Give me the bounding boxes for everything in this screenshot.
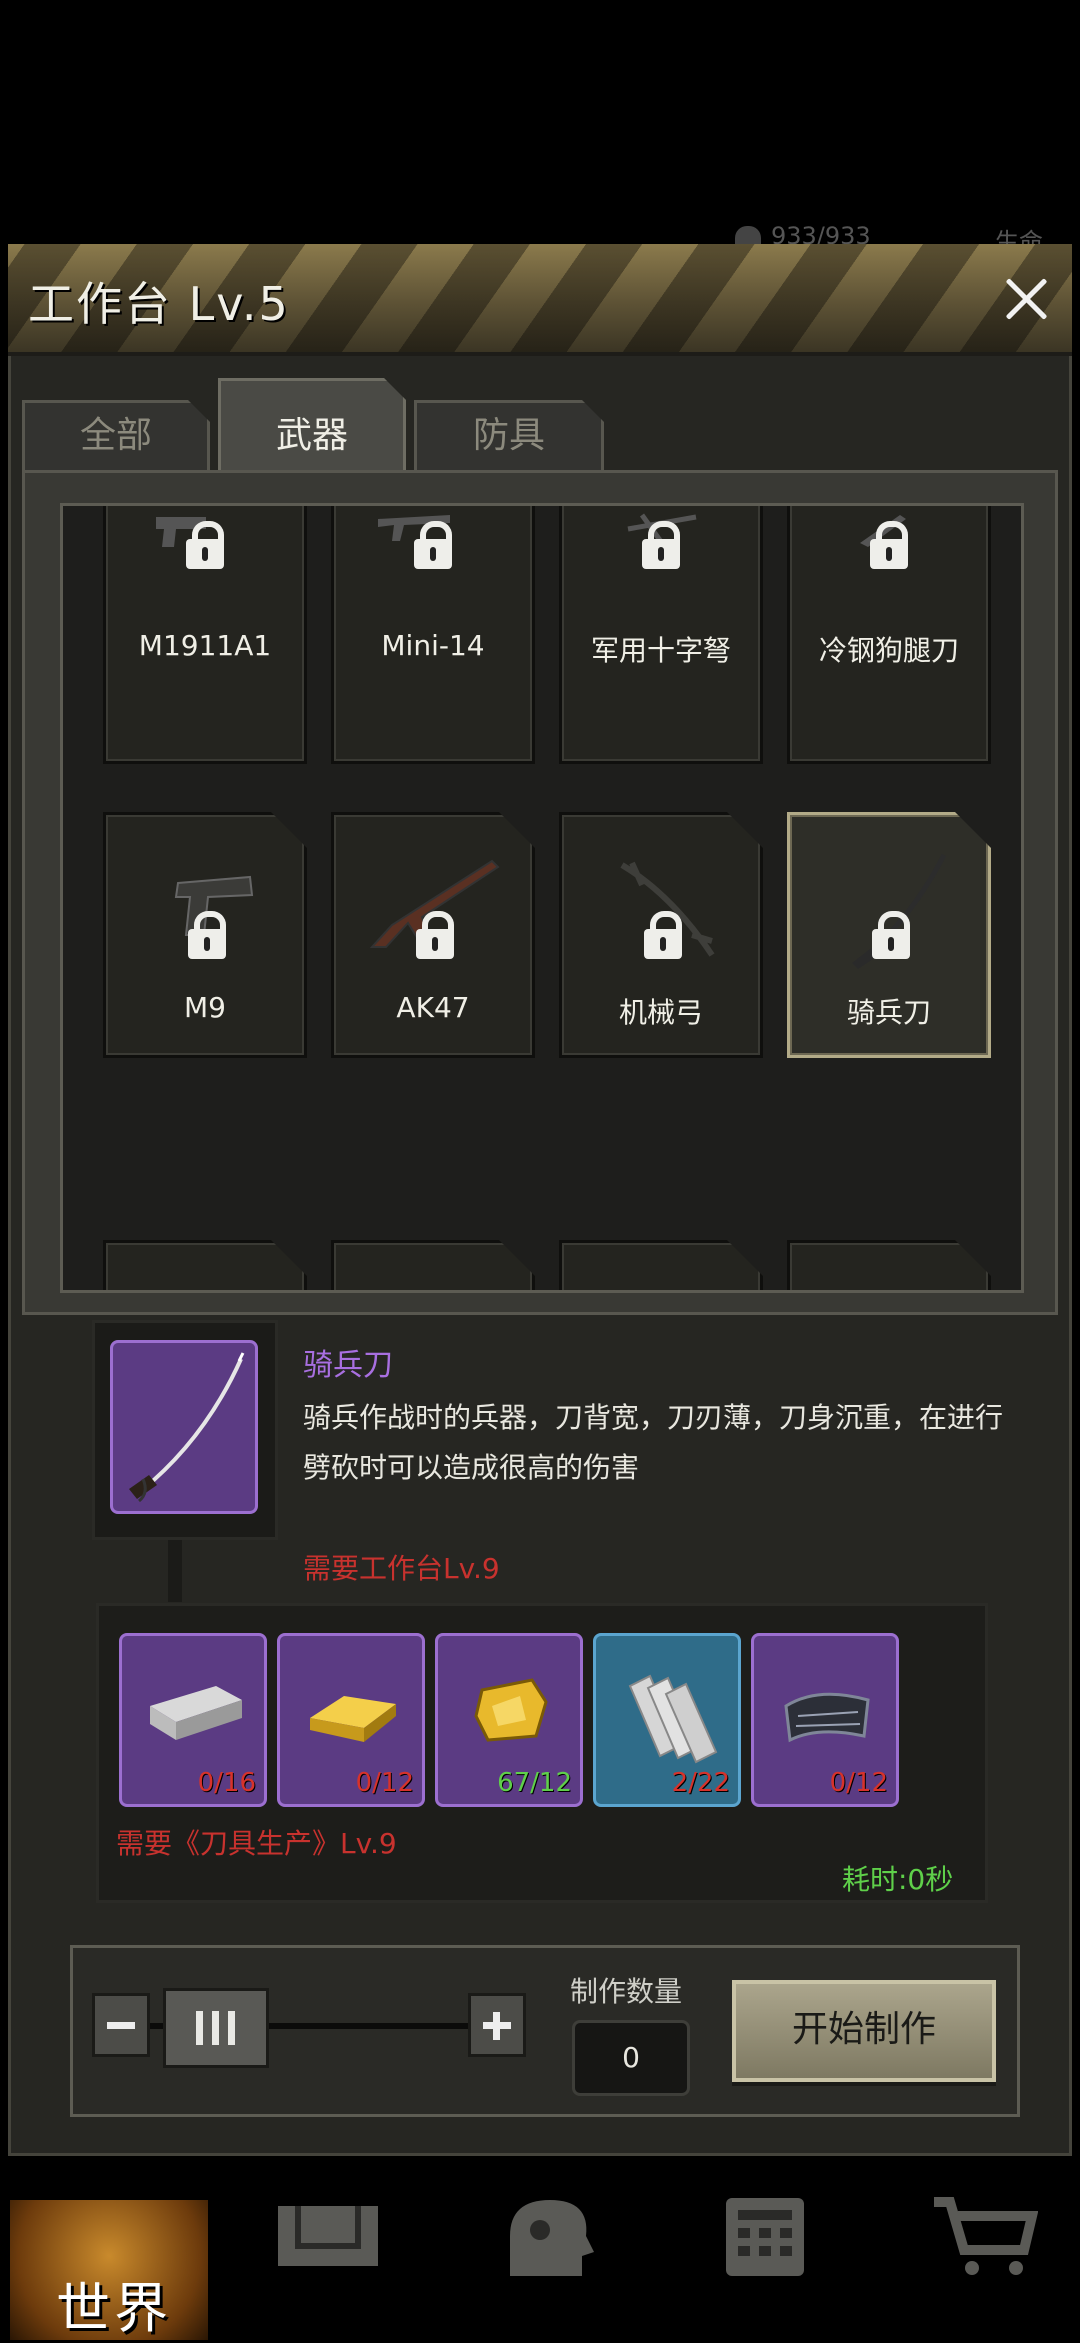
saber-icon <box>129 1352 245 1503</box>
carbon-fiber-icon <box>784 1692 870 1743</box>
lock-icon <box>644 911 682 953</box>
recipe-name: 机械弓 <box>618 996 703 1029</box>
cart-icon[interactable] <box>928 2196 1038 2276</box>
recipe-card[interactable]: M9 <box>103 812 307 1058</box>
nav-world-label: 世界 <box>56 2277 172 2340</box>
material-count: 67/12 <box>497 1768 572 1798</box>
lock-icon <box>186 521 224 563</box>
lock-icon <box>642 521 680 563</box>
material-slot[interactable]: 0/12 <box>277 1633 425 1807</box>
recipe-grid[interactable]: M1911A1 Mini-14 军用十字弩 冷钢狗腿刀 M9 AK47 机械弓 … <box>60 503 1024 1293</box>
quantity-field[interactable]: 0 <box>572 2020 690 2096</box>
tab-armor[interactable]: 防具 <box>414 400 604 470</box>
recipe-card-selected[interactable]: 骑兵刀 <box>787 812 991 1058</box>
lock-icon <box>188 911 226 953</box>
recipe-card[interactable]: Mini-14 <box>331 506 535 764</box>
recipe-name: M9 <box>184 991 226 1024</box>
recipe-card[interactable]: M1911A1 <box>103 506 307 764</box>
close-button[interactable] <box>996 268 1056 328</box>
item-description: 骑兵作战时的兵器，刀背宽，刀刃薄，刀身沉重，在进行劈砍时可以造成很高的伤害 <box>303 1401 1004 1484</box>
item-name: 骑兵刀 <box>303 1348 393 1383</box>
recipe-name: 冷钢狗腿刀 <box>818 634 959 667</box>
skills-head-icon[interactable] <box>490 2196 600 2276</box>
recipe-name: Mini-14 <box>381 629 485 662</box>
lock-icon <box>872 911 910 953</box>
panel-title: 工作台 Lv.5 <box>28 277 290 331</box>
steel-beam-icon <box>150 1686 242 1740</box>
material-slot[interactable]: 2/22 <box>593 1633 741 1807</box>
backpack-icon[interactable] <box>268 2196 388 2266</box>
connector-line <box>168 1540 182 1602</box>
material-count: 0/12 <box>355 1768 414 1798</box>
material-slot[interactable]: 0/16 <box>119 1633 267 1807</box>
calculator-icon[interactable] <box>720 2196 810 2276</box>
requirement-workbench: 需要工作台Lv.9 <box>303 1552 500 1585</box>
tab-weapons[interactable]: 武器 <box>218 378 406 472</box>
requirement-skill: 需要《刀具生产》Lv.9 <box>116 1827 397 1860</box>
recipe-card[interactable] <box>103 1240 307 1290</box>
material-count: 0/16 <box>197 1768 256 1798</box>
material-slot[interactable]: 67/12 <box>435 1633 583 1807</box>
recipe-card[interactable]: 机械弓 <box>559 812 763 1058</box>
lock-icon <box>870 521 908 563</box>
material-slot[interactable]: 0/12 <box>751 1633 899 1807</box>
decrease-button[interactable] <box>92 1993 150 2057</box>
recipe-card[interactable] <box>787 1240 991 1290</box>
recipe-name: M1911A1 <box>138 629 272 662</box>
recipe-card[interactable] <box>331 1240 535 1290</box>
recipe-name: AK47 <box>396 991 470 1024</box>
recipe-name: 骑兵刀 <box>846 996 931 1029</box>
lock-icon <box>414 521 452 563</box>
recipe-name: 军用十字弩 <box>590 634 731 667</box>
gold-bar-icon <box>310 1696 396 1742</box>
recipe-card[interactable]: 军用十字弩 <box>559 506 763 764</box>
tab-all[interactable]: 全部 <box>22 400 210 470</box>
craft-time: 耗时:0秒 <box>842 1863 954 1896</box>
gold-ore-icon <box>474 1678 548 1742</box>
start-craft-button[interactable]: 开始制作 <box>732 1980 996 2082</box>
item-icon[interactable] <box>110 1340 258 1514</box>
lock-icon <box>416 911 454 953</box>
quantity-slider-thumb[interactable] <box>163 1988 269 2068</box>
recipe-card[interactable]: AK47 <box>331 812 535 1058</box>
material-count: 0/12 <box>829 1768 888 1798</box>
steel-plate-icon <box>628 1674 718 1764</box>
material-count: 2/22 <box>671 1768 730 1798</box>
increase-button[interactable] <box>468 1993 526 2057</box>
recipe-card[interactable] <box>559 1240 763 1290</box>
recipe-card[interactable]: 冷钢狗腿刀 <box>787 506 991 764</box>
quantity-label: 制作数量 <box>570 1975 683 2008</box>
